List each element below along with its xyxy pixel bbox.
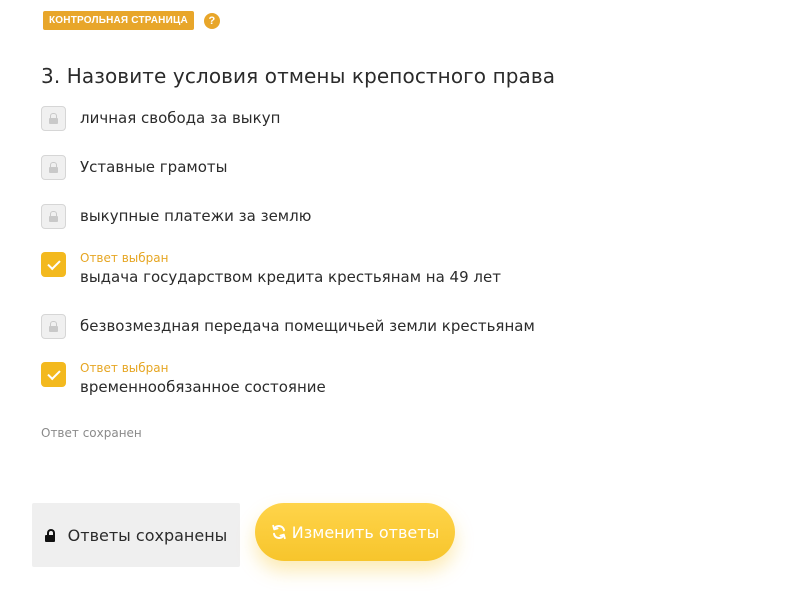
option-label: выкупные платежи за землю: [80, 207, 312, 225]
option-label: временнообязанное состояние: [80, 378, 326, 396]
locked-checkbox: [41, 155, 66, 180]
answer-saved-status: Ответ сохранен: [41, 426, 142, 440]
lock-icon: [49, 113, 58, 124]
change-answers-button[interactable]: Изменить ответы: [255, 503, 455, 561]
locked-checkbox: [41, 106, 66, 131]
answer-selected-note: Ответ выбран: [80, 251, 169, 265]
lock-icon: [49, 162, 58, 173]
refresh-icon: [271, 524, 287, 540]
lock-icon: [49, 321, 58, 332]
help-icon[interactable]: ?: [203, 12, 220, 29]
checked-checkbox[interactable]: [41, 252, 66, 277]
locked-checkbox: [41, 314, 66, 339]
option-label: личная свобода за выкуп: [80, 109, 281, 127]
option-item[interactable]: выкупные платежи за землю: [41, 204, 311, 229]
checked-checkbox[interactable]: [41, 362, 66, 387]
option-item[interactable]: безвозмездная передача помещичьей земли …: [41, 314, 535, 339]
lock-icon: [44, 528, 55, 542]
locked-checkbox: [41, 204, 66, 229]
check-icon: [46, 256, 61, 270]
check-icon: [46, 366, 61, 380]
option-item[interactable]: Ответ выбран выдача государством кредита…: [41, 250, 501, 287]
answer-selected-note: Ответ выбран: [80, 361, 169, 375]
option-item[interactable]: личная свобода за выкуп: [41, 106, 280, 131]
lock-icon: [49, 211, 58, 222]
question-title: 3. Назовите условия отмены крепостного п…: [41, 64, 556, 88]
option-item[interactable]: Уставные грамоты: [41, 155, 227, 180]
option-label: Уставные грамоты: [80, 158, 228, 176]
option-label: безвозмездная передача помещичьей земли …: [80, 317, 535, 335]
answers-saved-label: Ответы сохранены: [67, 525, 228, 545]
header-badge-row: КОНТРОЛЬНАЯ СТРАНИЦА ?: [43, 11, 220, 30]
option-item[interactable]: Ответ выбран временнообязанное состояние: [41, 360, 326, 397]
change-answers-label: Изменить ответы: [291, 522, 440, 542]
answers-saved-button: Ответы сохранены: [32, 503, 240, 567]
option-label: выдача государством кредита крестьянам н…: [80, 268, 501, 286]
control-page-badge: КОНТРОЛЬНАЯ СТРАНИЦА: [43, 11, 194, 30]
